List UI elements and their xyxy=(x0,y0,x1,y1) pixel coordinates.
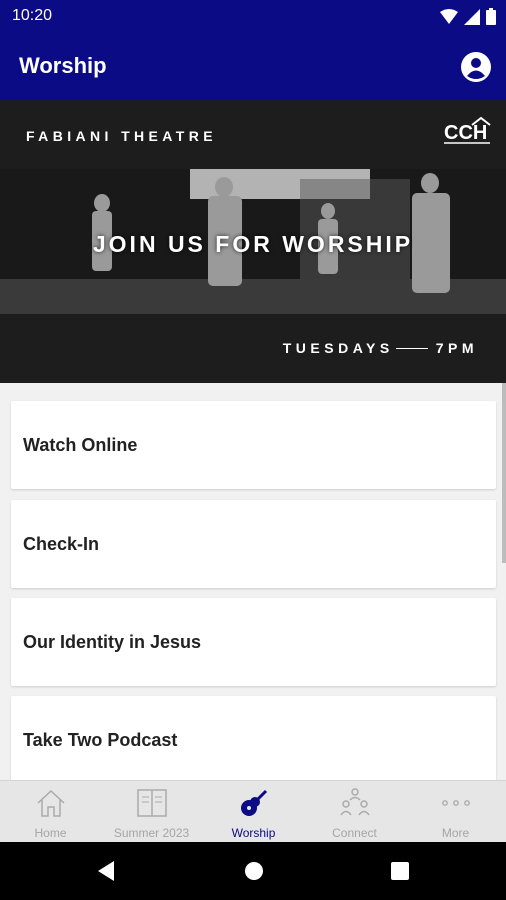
banner-venue: FABIANI THEATRE xyxy=(26,128,217,144)
status-icons xyxy=(440,8,496,25)
svg-text:CCH: CCH xyxy=(444,122,487,144)
signal-icon xyxy=(464,8,480,25)
church-logo: CCH xyxy=(444,116,491,144)
status-bar: 10:20 xyxy=(0,0,506,33)
worship-banner[interactable]: FABIANI THEATRE CCH JOIN US FOR WORSHIP xyxy=(0,100,506,383)
list-item-our-identity[interactable]: Our Identity in Jesus xyxy=(11,598,496,686)
banner-headline: JOIN US FOR WORSHIP xyxy=(92,231,414,257)
page-title: Worship xyxy=(19,53,107,78)
system-nav-bar xyxy=(0,842,506,900)
guitar-icon xyxy=(240,789,267,816)
banner-schedule: TUESDAYS 7PM xyxy=(283,340,478,356)
schedule-divider xyxy=(395,347,428,349)
people-icon xyxy=(339,788,370,816)
recents-icon[interactable] xyxy=(390,860,410,882)
nav-label: Connect xyxy=(332,826,377,840)
home-icon xyxy=(36,789,65,817)
list-item-watch-online[interactable]: Watch Online xyxy=(11,401,496,489)
schedule-day: TUESDAYS xyxy=(282,340,394,356)
schedule-time: 7PM xyxy=(435,340,478,356)
nav-worship[interactable]: Worship xyxy=(203,781,304,843)
app-bar: Worship xyxy=(0,33,506,100)
nav-label: More xyxy=(441,826,470,840)
battery-icon xyxy=(486,8,496,25)
status-time: 10:20 xyxy=(12,7,53,24)
more-icon xyxy=(441,800,470,806)
nav-home[interactable]: Home xyxy=(0,781,101,843)
list-item-label: Check-In xyxy=(23,534,100,554)
bottom-nav: Home Summer 2023 Worship Connect More xyxy=(0,780,506,843)
list-item-label: Watch Online xyxy=(23,435,138,455)
home-button-icon[interactable] xyxy=(244,860,264,882)
list-item-check-in[interactable]: Check-In xyxy=(11,500,496,588)
nav-label: Home xyxy=(34,826,67,840)
worship-band-photo: JOIN US FOR WORSHIP xyxy=(0,169,506,314)
nav-more[interactable]: More xyxy=(405,781,506,843)
wifi-icon xyxy=(440,8,458,24)
list-item-label: Take Two Podcast xyxy=(23,730,178,750)
nav-connect[interactable]: Connect xyxy=(304,781,405,843)
profile-icon[interactable] xyxy=(460,51,492,83)
nav-label: Summer 2023 xyxy=(113,826,190,840)
list-item-take-two-podcast[interactable]: Take Two Podcast xyxy=(11,696,496,780)
worship-list[interactable]: Watch Online Check-In Our Identity in Je… xyxy=(0,383,506,780)
scrollbar[interactable] xyxy=(502,383,506,563)
nav-label: Worship xyxy=(231,826,276,840)
list-item-label: Our Identity in Jesus xyxy=(23,632,202,652)
book-icon xyxy=(136,789,167,817)
back-icon[interactable] xyxy=(96,860,116,882)
nav-summer-2023[interactable]: Summer 2023 xyxy=(101,781,202,843)
